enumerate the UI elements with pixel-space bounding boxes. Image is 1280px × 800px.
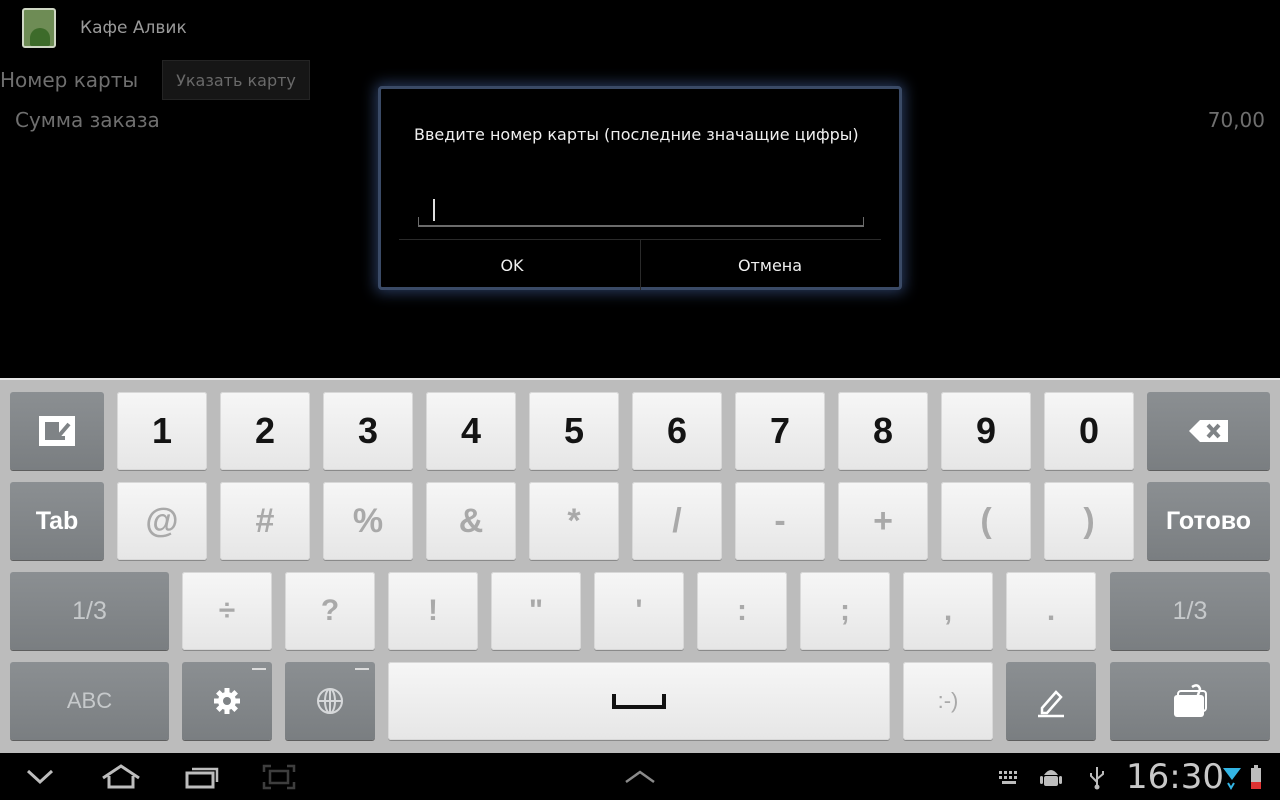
- key-double-quote[interactable]: ": [491, 572, 581, 650]
- key-9[interactable]: 9: [941, 392, 1031, 470]
- language-key[interactable]: [285, 662, 375, 740]
- back-button[interactable]: [18, 753, 62, 800]
- handwriting-key[interactable]: [1006, 662, 1096, 740]
- text-cursor: [433, 199, 435, 221]
- card-number-label: Номер карты: [0, 68, 139, 92]
- system-bar: 16:30: [0, 753, 1280, 800]
- key-3[interactable]: 3: [323, 392, 413, 470]
- key-8[interactable]: 8: [838, 392, 928, 470]
- key-single-quote[interactable]: ': [594, 572, 684, 650]
- key-question[interactable]: ?: [285, 572, 375, 650]
- key-percent[interactable]: %: [323, 482, 413, 560]
- key-comma[interactable]: ,: [903, 572, 993, 650]
- home-icon: [102, 763, 140, 788]
- key-colon[interactable]: :: [697, 572, 787, 650]
- recent-apps-icon: [185, 767, 219, 788]
- screenshot-button[interactable]: [258, 753, 300, 800]
- back-icon: [26, 769, 54, 784]
- key-ampersand[interactable]: &: [426, 482, 516, 560]
- specify-card-button[interactable]: Указать карту: [162, 60, 310, 100]
- gear-icon: [214, 688, 240, 714]
- recent-apps-button[interactable]: [180, 753, 224, 800]
- usb-icon: [1090, 766, 1104, 789]
- key-period[interactable]: .: [1006, 572, 1096, 650]
- android-debug-icon: [1040, 769, 1062, 786]
- key-0[interactable]: 0: [1044, 392, 1134, 470]
- key-2[interactable]: 2: [220, 392, 310, 470]
- key-exclamation[interactable]: !: [388, 572, 478, 650]
- usb-status[interactable]: [1082, 753, 1112, 800]
- hide-keyboard-icon: [39, 416, 75, 446]
- cancel-button[interactable]: Отмена: [640, 240, 899, 290]
- notification-expand-button[interactable]: [618, 753, 662, 800]
- pen-icon: [1038, 690, 1064, 718]
- page-right-key[interactable]: 1/3: [1110, 572, 1270, 650]
- done-key[interactable]: Готово: [1147, 482, 1270, 560]
- card-number-dialog: Введите номер карты (последние значащие …: [378, 86, 902, 290]
- screenshot-icon: [262, 764, 296, 789]
- globe-icon: [317, 688, 343, 714]
- key-plus[interactable]: +: [838, 482, 928, 560]
- tab-key[interactable]: Tab: [10, 482, 104, 560]
- smiley-key[interactable]: :-): [903, 662, 993, 740]
- key-5[interactable]: 5: [529, 392, 619, 470]
- backspace-icon: [1188, 420, 1228, 442]
- key-corner-mark: [355, 668, 369, 670]
- chevron-up-icon: [625, 769, 655, 783]
- space-bar-icon: [612, 694, 666, 709]
- abc-key[interactable]: ABC: [10, 662, 169, 740]
- key-4[interactable]: 4: [426, 392, 516, 470]
- app-title: Кафе Алвик: [80, 18, 187, 38]
- key-semicolon[interactable]: ;: [800, 572, 890, 650]
- key-minus[interactable]: -: [735, 482, 825, 560]
- key-close-paren[interactable]: ): [1044, 482, 1134, 560]
- keyboard-status[interactable]: [994, 753, 1024, 800]
- space-key[interactable]: [388, 662, 890, 740]
- app-icon[interactable]: [22, 8, 56, 48]
- key-7[interactable]: 7: [735, 392, 825, 470]
- action-bar: Кафе Алвик: [0, 0, 1280, 58]
- battery-icon: [1251, 764, 1261, 789]
- backspace-key[interactable]: [1147, 392, 1270, 470]
- key-6[interactable]: 6: [632, 392, 722, 470]
- key-hash[interactable]: #: [220, 482, 310, 560]
- key-at[interactable]: @: [117, 482, 207, 560]
- clipboard-icon: [1174, 684, 1207, 717]
- soft-keyboard: 1 2 3 4 5 6 7 8 9 0 Tab @ # % & * / - + …: [0, 378, 1280, 753]
- wifi-status[interactable]: [1220, 753, 1244, 800]
- key-1[interactable]: 1: [117, 392, 207, 470]
- settings-key[interactable]: [182, 662, 272, 740]
- key-asterisk[interactable]: *: [529, 482, 619, 560]
- keyboard-icon: [999, 770, 1017, 784]
- battery-status[interactable]: [1246, 753, 1266, 800]
- dialog-message: Введите номер карты (последние значащие …: [414, 125, 859, 144]
- wifi-icon: [1223, 767, 1241, 790]
- hide-keyboard-key[interactable]: [10, 392, 104, 470]
- ok-button[interactable]: OK: [384, 240, 640, 290]
- card-number-input[interactable]: [418, 197, 864, 227]
- key-open-paren[interactable]: (: [941, 482, 1031, 560]
- order-sum-label: Сумма заказа: [15, 108, 160, 132]
- key-corner-mark: [252, 668, 266, 670]
- page-left-key[interactable]: 1/3: [10, 572, 169, 650]
- debug-status[interactable]: [1036, 753, 1066, 800]
- home-button[interactable]: [96, 753, 146, 800]
- clipboard-key[interactable]: [1110, 662, 1270, 740]
- key-divide[interactable]: ÷: [182, 572, 272, 650]
- order-sum-value: 70,00: [1207, 108, 1265, 132]
- status-clock: 16:30: [1126, 757, 1224, 797]
- key-slash[interactable]: /: [632, 482, 722, 560]
